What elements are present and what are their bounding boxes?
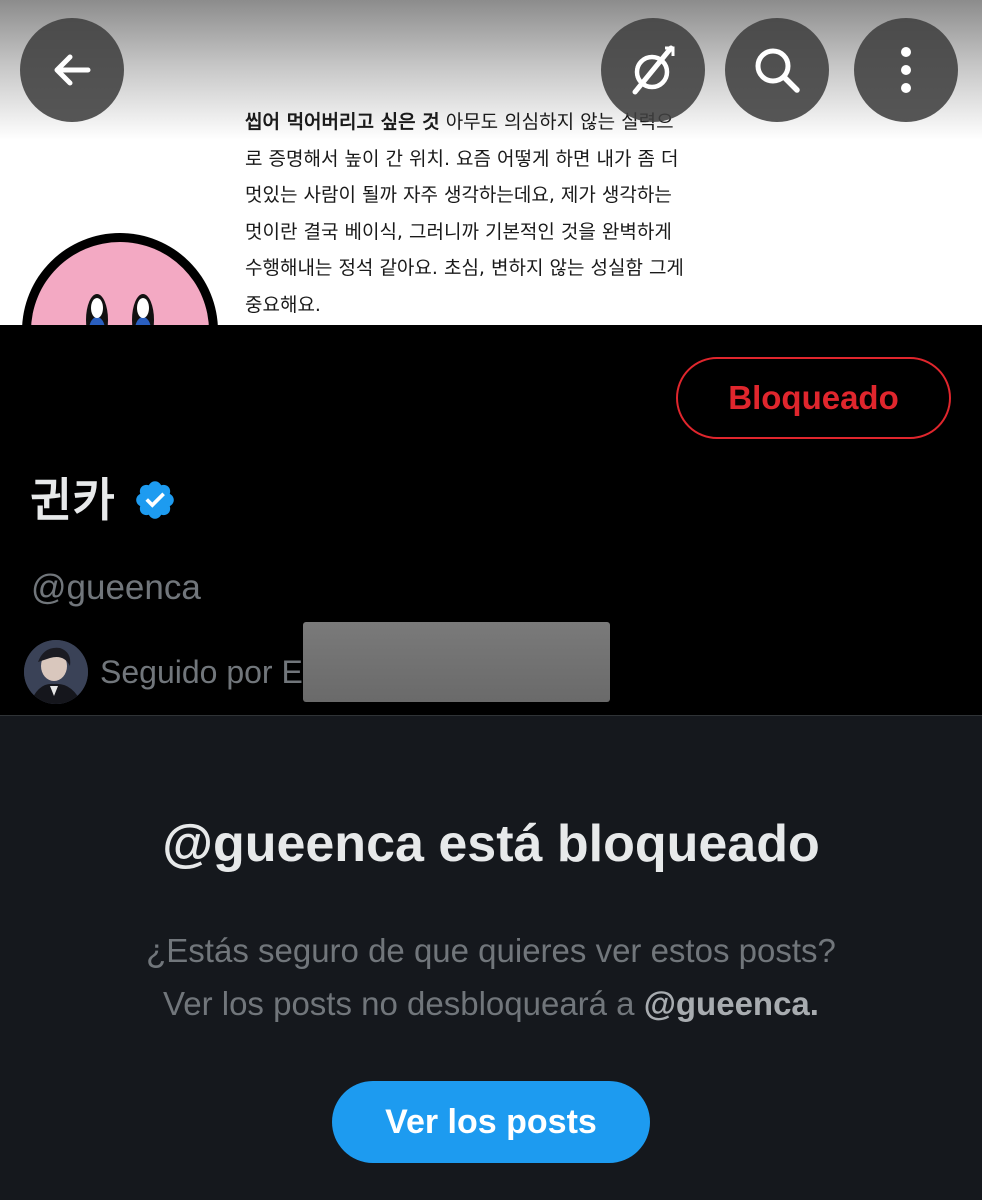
grok-button[interactable]	[601, 18, 705, 122]
follower-avatar	[24, 640, 88, 704]
banner-text-line6: 중요해요.	[245, 293, 321, 316]
search-icon	[755, 48, 800, 93]
banner-text-line3: 멋있는 사람이 될까 자주 생각하는데요, 제가 생각하는	[245, 184, 672, 206]
blocked-description: ¿Estás seguro de que quieres ver estos p…	[0, 924, 982, 1030]
banner-text-line4: 멋이란 결국 베이식, 그러니까 기본적인 것을 완벽하게	[245, 220, 672, 243]
grok-icon	[632, 45, 675, 95]
banner-text-bold: 씹어 먹어버리고 싶은 것	[245, 111, 440, 133]
blocked-description-line1: ¿Estás seguro de que quieres ver estos p…	[146, 932, 836, 969]
banner-text-line5: 수행해내는 정석 같아요. 초심, 변하지 않는 성실함 그게	[245, 257, 684, 279]
blocked-notice: @gueenca está bloqueado ¿Estás seguro de…	[0, 715, 982, 1200]
display-name-text: 귄카	[30, 473, 115, 527]
search-button[interactable]	[725, 18, 829, 122]
view-posts-button[interactable]: Ver los posts	[332, 1081, 650, 1163]
blocked-title: @gueenca está bloqueado	[162, 815, 820, 873]
more-vertical-icon	[901, 47, 911, 93]
more-options-button[interactable]	[854, 18, 958, 122]
back-button[interactable]	[20, 18, 124, 122]
arrow-left-icon	[54, 54, 91, 86]
user-handle: @gueenca	[31, 568, 201, 607]
redaction-box	[303, 622, 610, 702]
followed-by-text: Seguido por E	[100, 653, 303, 690]
verified-badge-icon	[135, 481, 174, 519]
blocked-description-handle: @gueenca.	[643, 985, 819, 1022]
display-name: 귄카	[30, 470, 177, 530]
blocked-description-line2: Ver los posts no desbloqueará a	[163, 985, 644, 1022]
followed-by-row[interactable]: Seguido por E	[24, 640, 303, 704]
banner-text-line2: 로 증명해서 높이 간 위치. 요즘 어떻게 하면 내가 좀 더	[245, 147, 679, 170]
banner-image-text: 씹어 먹어버리고 싶은 것 아무도 의심하지 않는 실력으 로 증명해서 높이 …	[245, 104, 745, 323]
blocked-button[interactable]: Bloqueado	[676, 357, 951, 439]
